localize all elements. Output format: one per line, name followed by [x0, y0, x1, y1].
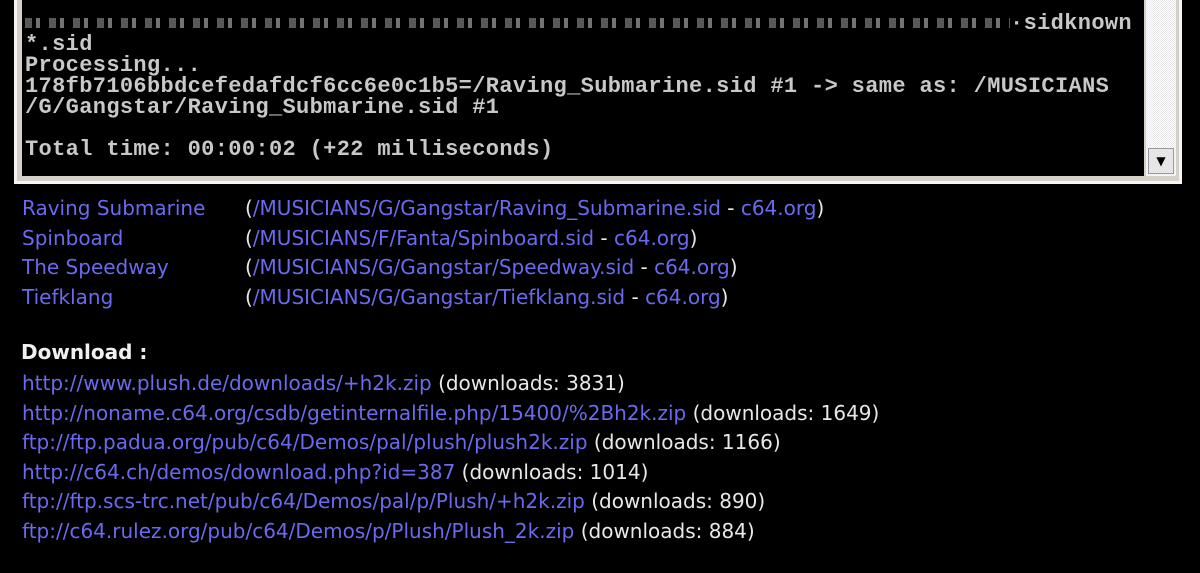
scroll-down-button[interactable]: ▼	[1148, 148, 1174, 174]
tune-row: Tiefklang (/MUSICIANS/G/Gangstar/Tiefkla…	[22, 283, 824, 313]
console-screen: ·sidknown *.sid Processing... 178fb7106bbdc…	[22, 0, 1144, 176]
download-link[interactable]: http://c64.ch/demos/download.php?id=387	[22, 460, 455, 484]
download-row: http://www.plush.de/downloads/+h2k.zip (…	[22, 369, 879, 399]
console-line: *.sid	[25, 32, 93, 57]
download-row: ftp://ftp.scs-trc.net/pub/c64/Demos/pal/…	[22, 487, 879, 517]
tune-source-link[interactable]: c64.org	[645, 285, 721, 309]
tune-path-link[interactable]: /MUSICIANS/F/Fanta/Spinboard.sid	[253, 226, 594, 250]
console-line-1: ·sidknown	[25, 11, 1132, 36]
console-line-tail: sidknown	[1023, 11, 1132, 36]
tune-name-link[interactable]: The Speedway	[22, 253, 245, 283]
download-count: (downloads: 884)	[580, 518, 755, 543]
tune-name-link[interactable]: Raving Submarine	[22, 194, 245, 224]
download-row: http://noname.c64.org/csdb/getinternalfi…	[22, 399, 879, 429]
tune-name-link[interactable]: Spinboard	[22, 224, 245, 254]
obscured-text	[25, 18, 1010, 29]
download-count: (downloads: 1166)	[593, 430, 781, 454]
download-count: (downloads: 890)	[591, 489, 766, 513]
tune-info: (/MUSICIANS/F/Fanta/Spinboard.sid - c64.…	[245, 225, 698, 250]
download-heading: Download :	[21, 340, 148, 364]
console-scrollbar[interactable]: ▼	[1146, 0, 1176, 176]
console-line: 178fb7106bbdcefedafdcf6cc6e0c1b5=/Raving…	[25, 74, 1110, 99]
tune-name-link[interactable]: Tiefklang	[22, 283, 245, 313]
tune-info: (/MUSICIANS/G/Gangstar/Raving_Submarine.…	[245, 196, 825, 220]
tune-info: (/MUSICIANS/G/Gangstar/Tiefklang.sid - c…	[245, 284, 729, 309]
download-row: http://c64.ch/demos/download.php?id=387 …	[22, 458, 879, 488]
console-text: ·sidknown *.sid Processing... 178fb7106bbdc…	[25, 11, 1132, 162]
download-link[interactable]: http://www.plush.de/downloads/+h2k.zip	[22, 371, 432, 395]
tune-row: Spinboard (/MUSICIANS/F/Fanta/Spinboard.…	[22, 224, 824, 254]
download-count: (downloads: 1014)	[461, 459, 649, 484]
download-link[interactable]: ftp://ftp.padua.org/pub/c64/Demos/pal/pl…	[22, 430, 588, 454]
arrow-down-icon: ▼	[1156, 154, 1166, 168]
tune-source-link[interactable]: c64.org	[654, 255, 730, 279]
tune-path-link[interactable]: /MUSICIANS/G/Gangstar/Raving_Submarine.s…	[253, 196, 721, 220]
console-line: /G/Gangstar/Raving_Submarine.sid #1	[25, 95, 500, 120]
console-output-box: ·sidknown *.sid Processing... 178fb7106bbdc…	[14, 0, 1182, 184]
download-count: (downloads: 3831)	[438, 371, 625, 395]
download-row: ftp://c64.rulez.org/pub/c64/Demos/p/Plus…	[22, 517, 879, 547]
download-link[interactable]: ftp://c64.rulez.org/pub/c64/Demos/p/Plus…	[22, 519, 574, 543]
tune-row: The Speedway (/MUSICIANS/G/Gangstar/Spee…	[22, 253, 824, 283]
tune-row: Raving Submarine (/MUSICIANS/G/Gangstar/…	[22, 194, 824, 224]
console-line: Total time: 00:00:02 (+22 milliseconds)	[25, 137, 554, 162]
download-list: http://www.plush.de/downloads/+h2k.zip (…	[22, 369, 879, 546]
tune-source-link[interactable]: c64.org	[614, 226, 690, 250]
download-link[interactable]: ftp://ftp.scs-trc.net/pub/c64/Demos/pal/…	[22, 489, 585, 513]
tune-list: Raving Submarine (/MUSICIANS/G/Gangstar/…	[22, 194, 824, 312]
console-line: Processing...	[25, 53, 202, 78]
download-row: ftp://ftp.padua.org/pub/c64/Demos/pal/pl…	[22, 428, 879, 458]
tune-source-link[interactable]: c64.org	[741, 196, 817, 220]
download-count: (downloads: 1649)	[692, 400, 880, 425]
tune-path-link[interactable]: /MUSICIANS/G/Gangstar/Speedway.sid	[253, 255, 634, 279]
tune-path-link[interactable]: /MUSICIANS/G/Gangstar/Tiefklang.sid	[253, 285, 625, 309]
download-link[interactable]: http://noname.c64.org/csdb/getinternalfi…	[22, 401, 686, 425]
tune-info: (/MUSICIANS/G/Gangstar/Speedway.sid - c6…	[245, 255, 738, 279]
